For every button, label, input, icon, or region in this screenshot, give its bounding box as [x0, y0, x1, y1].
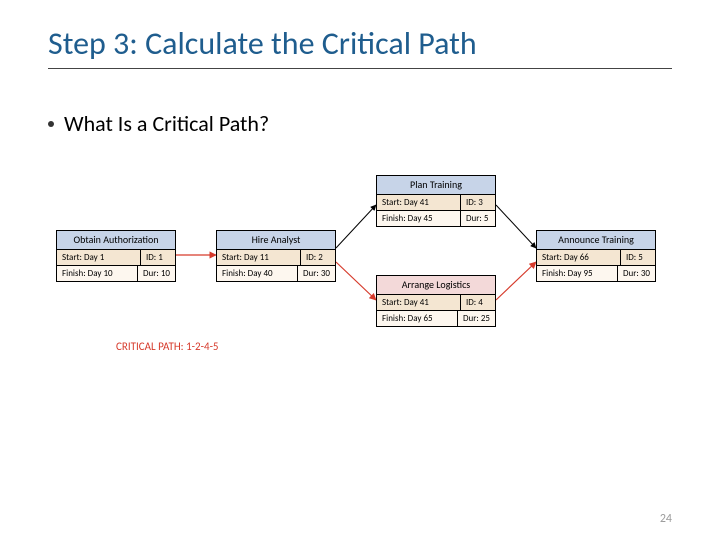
- task-name: Arrange Logistics: [377, 276, 495, 295]
- task-id: ID: 3: [461, 195, 495, 210]
- bullet-item: What Is a Critical Path?: [48, 110, 269, 137]
- task-finish: Finish: Day 10: [57, 266, 138, 281]
- task-id: ID: 5: [621, 250, 655, 265]
- task-dur: Dur: 5: [461, 211, 495, 226]
- title-underline: [48, 68, 672, 69]
- arrow-4-5: [496, 262, 536, 300]
- task-start: Start: Day 11: [217, 250, 301, 265]
- task-id: ID: 2: [301, 250, 335, 265]
- task-start: Start: Day 1: [57, 250, 141, 265]
- critical-path-label: CRITICAL PATH: 1-2-4-5: [116, 340, 219, 353]
- task-start: Start: Day 41: [377, 295, 461, 310]
- arrow-3-5: [496, 205, 536, 248]
- task-finish: Finish: Day 65: [377, 311, 458, 326]
- task-id: ID: 1: [141, 250, 175, 265]
- task-node-2: Hire Analyst Start: Day 11 ID: 2 Finish:…: [216, 230, 336, 282]
- page-number: 24: [660, 512, 672, 526]
- task-name: Plan Training: [377, 176, 495, 195]
- task-node-4: Arrange Logistics Start: Day 41 ID: 4 Fi…: [376, 275, 496, 327]
- task-finish: Finish: Day 95: [537, 266, 618, 281]
- task-name: Announce Training: [537, 231, 655, 250]
- task-dur: Dur: 30: [618, 266, 655, 281]
- task-name: Hire Analyst: [217, 231, 335, 250]
- bullet-dot-icon: [48, 121, 54, 127]
- critical-path-diagram: Obtain Authorization Start: Day 1 ID: 1 …: [56, 170, 676, 370]
- task-node-5: Announce Training Start: Day 66 ID: 5 Fi…: [536, 230, 656, 282]
- task-node-3: Plan Training Start: Day 41 ID: 3 Finish…: [376, 175, 496, 227]
- task-node-1: Obtain Authorization Start: Day 1 ID: 1 …: [56, 230, 176, 282]
- bullet-text: What Is a Critical Path?: [64, 110, 269, 137]
- task-start: Start: Day 66: [537, 250, 621, 265]
- arrow-2-4: [336, 262, 376, 300]
- task-id: ID: 4: [461, 295, 495, 310]
- task-dur: Dur: 25: [458, 311, 495, 326]
- task-dur: Dur: 30: [298, 266, 335, 281]
- task-start: Start: Day 41: [377, 195, 461, 210]
- task-finish: Finish: Day 45: [377, 211, 461, 226]
- slide-title: Step 3: Calculate the Critical Path: [48, 24, 477, 63]
- task-dur: Dur: 10: [138, 266, 175, 281]
- task-name: Obtain Authorization: [57, 231, 175, 250]
- task-finish: Finish: Day 40: [217, 266, 298, 281]
- arrow-2-3: [336, 205, 376, 248]
